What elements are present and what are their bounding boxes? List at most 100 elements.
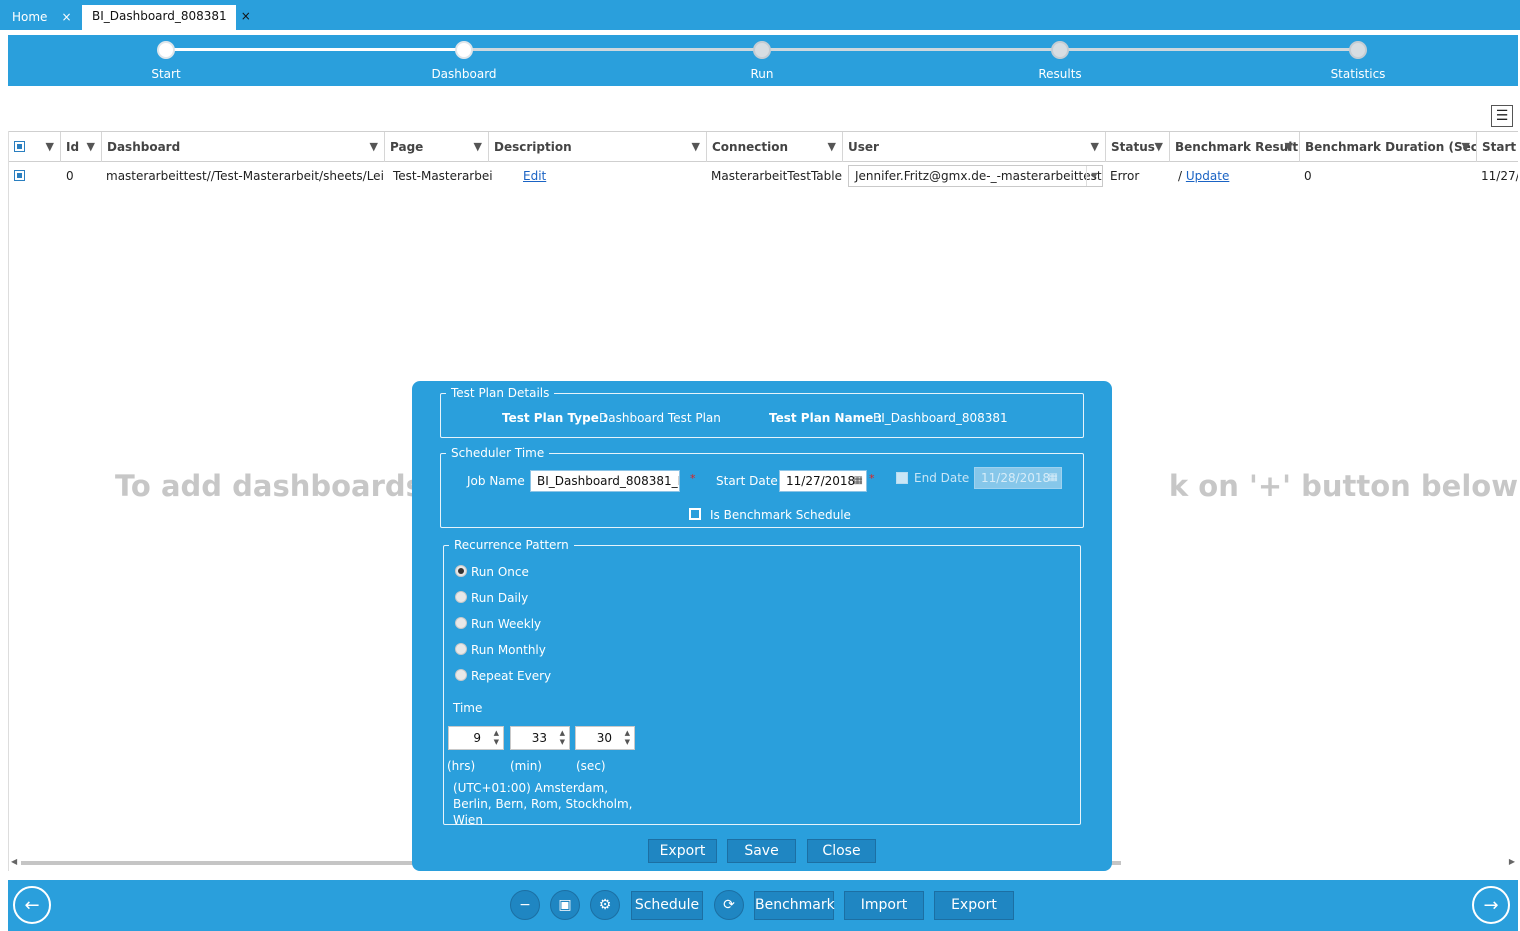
hours-stepper[interactable]: 9 ▲ ▼ [448, 726, 504, 750]
wizard-step-run-dot[interactable] [753, 41, 771, 59]
table-row[interactable]: 0 masterarbeittest//Test-Masterarbeit/sh… [9, 163, 1518, 189]
user-dropdown[interactable]: Jennifer.Fritz@gmx.de-_-masterarbeittest… [848, 165, 1103, 187]
header-benchmark-duration-label: Benchmark Duration (Sec) [1305, 140, 1476, 154]
test-plan-type-value: Dashboard Test Plan [599, 411, 721, 425]
header-select-all[interactable]: ▼ [9, 132, 60, 162]
stepper-arrows-icon[interactable]: ▲ ▼ [625, 729, 630, 747]
remove-icon[interactable]: − [510, 890, 540, 920]
minutes-value: 33 [531, 731, 547, 745]
header-status[interactable]: Status ▼ [1105, 132, 1169, 162]
header-dashboard[interactable]: Dashboard ▼ [101, 132, 384, 162]
header-benchmark-result[interactable]: Benchmark Result ▼ [1169, 132, 1299, 162]
start-date-label: Start Date [716, 474, 778, 488]
header-dashboard-label: Dashboard [107, 140, 181, 154]
filter-icon[interactable]: ▼ [87, 132, 95, 162]
tab-bi-dashboard[interactable]: BI_Dashboard_808381 × [82, 5, 251, 30]
forward-arrow-icon[interactable]: → [1472, 886, 1510, 924]
filter-icon[interactable]: ▼ [1462, 132, 1470, 162]
menu-icon[interactable]: ☰ [1491, 105, 1513, 127]
scroll-left-icon[interactable]: ◀ [11, 857, 17, 866]
cell-description-edit-link[interactable]: Edit [518, 163, 598, 189]
empty-hint-right: k on '+' button below [1168, 469, 1518, 503]
header-id[interactable]: Id ▼ [60, 132, 101, 162]
filter-icon[interactable]: ▼ [370, 132, 378, 162]
radio-run-monthly[interactable] [455, 643, 467, 655]
wizard-step-dashboard-dot[interactable] [455, 41, 473, 59]
hours-unit: (hrs) [447, 759, 476, 773]
export-button[interactable]: Export [934, 891, 1014, 920]
start-date-value: 11/27/2018 [786, 474, 856, 488]
select-all-checkbox[interactable] [14, 141, 25, 152]
header-start[interactable]: Start T [1476, 132, 1518, 162]
run-once-label: Run Once [471, 565, 529, 579]
scroll-right-icon[interactable]: ▶ [1509, 857, 1515, 866]
filter-icon[interactable]: ▼ [1155, 132, 1163, 162]
header-user-label: User [848, 140, 879, 154]
refresh-icon[interactable]: ⟳ [714, 890, 744, 920]
end-date-picker: 11/28/2018 ▦ [974, 467, 1062, 489]
wizard-step-statistics-dot[interactable] [1349, 41, 1367, 59]
scheduler-time-legend: Scheduler Time [451, 446, 545, 460]
dialog-export-button[interactable]: Export [648, 839, 717, 863]
filter-icon[interactable]: ▼ [692, 132, 700, 162]
update-link[interactable]: Update [1186, 169, 1229, 183]
header-description[interactable]: Description ▼ [488, 132, 706, 162]
wizard-step-results[interactable]: Results [1000, 67, 1120, 81]
wizard-step-start[interactable]: Start [106, 67, 226, 81]
schedule-button[interactable]: Schedule [631, 891, 703, 920]
close-icon[interactable]: × [241, 9, 251, 23]
cell-status: Error [1110, 169, 1140, 183]
calendar-icon[interactable]: ▦ [854, 471, 863, 491]
gear-icon[interactable]: ⚙ [590, 890, 620, 920]
header-page-label: Page [390, 140, 424, 154]
benchmark-checkbox[interactable] [689, 508, 701, 520]
wizard-step-dashboard[interactable]: Dashboard [404, 67, 524, 81]
test-plan-details-legend: Test Plan Details [451, 386, 550, 400]
end-date-checkbox[interactable] [896, 472, 908, 484]
grid-header: ▼ Id ▼ Dashboard ▼ Page ▼ Description ▼ Conn… [9, 131, 1518, 162]
wizard-step-results-dot[interactable] [1051, 41, 1069, 59]
radio-run-daily[interactable] [455, 591, 467, 603]
minutes-stepper[interactable]: 33 ▲ ▼ [510, 726, 570, 750]
header-user[interactable]: User ▼ [842, 132, 1105, 162]
seconds-stepper[interactable]: 30 ▲ ▼ [575, 726, 635, 750]
stepper-arrows-icon[interactable]: ▲ ▼ [560, 729, 565, 747]
back-arrow-icon[interactable]: ← [13, 886, 51, 924]
chevron-down-icon[interactable]: ▼ [1086, 166, 1102, 186]
benchmark-button[interactable]: Benchmark [754, 891, 835, 920]
header-id-label: Id [66, 140, 80, 154]
wizard-step-statistics[interactable]: Statistics [1298, 67, 1418, 81]
save-icon[interactable]: ▣ [550, 890, 580, 920]
wizard-step-run[interactable]: Run [702, 67, 822, 81]
header-benchmark-duration[interactable]: Benchmark Duration (Sec) ▼ [1299, 132, 1476, 162]
radio-repeat-every[interactable] [455, 669, 467, 681]
radio-run-weekly[interactable] [455, 617, 467, 629]
calendar-icon: ▦ [1048, 472, 1058, 483]
benchmark-label: Is Benchmark Schedule [710, 508, 851, 522]
row-select[interactable] [9, 163, 60, 189]
import-button[interactable]: Import [844, 891, 924, 920]
start-date-picker[interactable]: 11/27/2018 ▦ [779, 470, 867, 492]
stepper-arrows-icon[interactable]: ▲ ▼ [494, 729, 499, 747]
filter-icon[interactable]: ▼ [474, 132, 482, 162]
radio-run-once[interactable] [455, 565, 467, 577]
cell-dashboard: masterarbeittest//Test-Masterarbeit/shee… [106, 169, 384, 183]
dialog-close-button[interactable]: Close [807, 839, 876, 863]
run-monthly-label: Run Monthly [471, 643, 546, 657]
dialog-save-button[interactable]: Save [727, 839, 796, 863]
filter-icon[interactable]: ▼ [1091, 132, 1099, 162]
close-icon[interactable]: × [61, 10, 71, 24]
filter-icon[interactable]: ▼ [828, 132, 836, 162]
wizard-step-start-dot[interactable] [157, 41, 175, 59]
header-page[interactable]: Page ▼ [384, 132, 488, 162]
filter-icon[interactable]: ▼ [46, 132, 54, 162]
hours-value: 9 [473, 731, 481, 745]
end-date-value: 11/28/2018 [981, 471, 1051, 485]
edit-link[interactable]: Edit [523, 169, 546, 183]
job-name-input[interactable]: BI_Dashboard_808381_Nc [530, 470, 680, 492]
filter-icon[interactable]: ▼ [1285, 132, 1293, 162]
row-checkbox[interactable] [14, 170, 25, 181]
header-connection[interactable]: Connection ▼ [706, 132, 842, 162]
tab-home[interactable]: Home × [2, 6, 80, 30]
wizard-track-done [166, 48, 464, 51]
